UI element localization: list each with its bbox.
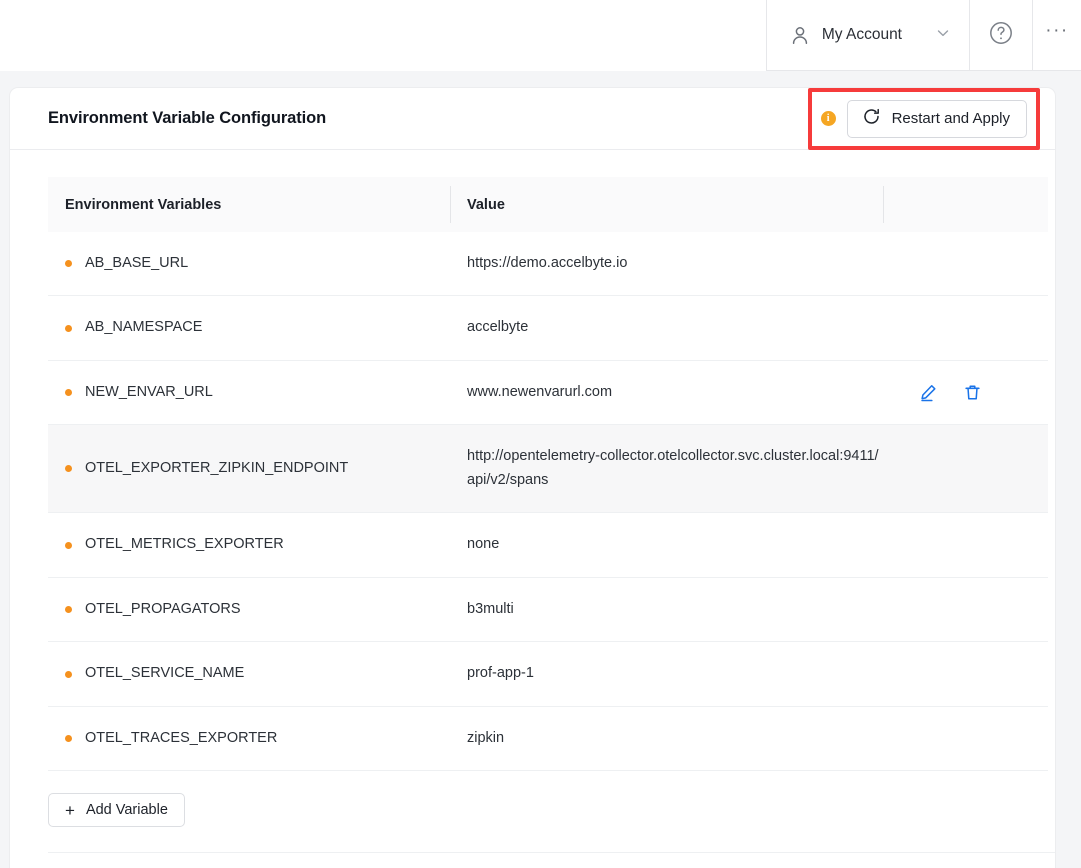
cell-variable-value: accelbyte xyxy=(450,295,883,361)
variable-name-label: AB_BASE_URL xyxy=(85,255,189,271)
table-header-row: Environment Variables Value xyxy=(48,177,1048,232)
card-footer: + Add Variable xyxy=(10,771,1055,854)
cell-variable-value: https://demo.accelbyte.io xyxy=(450,232,883,297)
variable-name-label: OTEL_EXPORTER_ZIPKIN_ENDPOINT xyxy=(85,460,349,477)
variable-value-label: http://opentelemetry-collector.otelcolle… xyxy=(467,448,879,488)
status-bullet-icon xyxy=(65,260,72,268)
variable-name-label: OTEL_TRACES_EXPORTER xyxy=(85,729,278,746)
page-body: Environment Variable Configuration i Res… xyxy=(0,71,1081,868)
column-header-actions xyxy=(883,177,1048,232)
edit-pencil-icon[interactable] xyxy=(919,383,938,402)
cell-variable-value: prof-app-1 xyxy=(450,641,883,707)
table-row[interactable]: OTEL_EXPORTER_ZIPKIN_ENDPOINT http://open… xyxy=(48,424,1048,514)
cell-variable-name: OTEL_TRACES_EXPORTER xyxy=(48,706,450,772)
variable-value-label: none xyxy=(467,536,500,553)
cell-variable-value: www.newenvarurl.com xyxy=(450,360,883,426)
restart-and-apply-label: Restart and Apply xyxy=(891,110,1010,127)
table-body: AB_BASE_URL https://demo.accelbyte.io AB_N… xyxy=(48,232,1048,772)
help-button[interactable] xyxy=(970,0,1033,71)
restart-and-apply-button[interactable]: Restart and Apply xyxy=(846,99,1027,138)
info-badge-icon: i xyxy=(820,111,836,126)
cell-row-actions xyxy=(883,577,1048,643)
cell-variable-name: OTEL_EXPORTER_ZIPKIN_ENDPOINT xyxy=(48,424,450,514)
variable-value-label: zipkin xyxy=(467,729,505,746)
env-var-table: Environment Variables Value AB_BASE_URLh… xyxy=(48,177,1048,772)
cell-variable-value: zipkin xyxy=(450,706,883,772)
variable-name-label: AB_NAMESPACE xyxy=(85,319,203,336)
person-icon xyxy=(789,24,811,46)
table-row[interactable]: OTEL_METRICS_EXPORTER none xyxy=(48,512,1048,578)
page-title: Environment Variable Configuration xyxy=(48,109,327,127)
variable-value-label: accelbyte xyxy=(467,319,529,336)
table-row[interactable]: OTEL_TRACES_EXPORTER zipkin xyxy=(48,706,1048,772)
cell-row-actions xyxy=(883,424,1048,514)
cell-row-actions xyxy=(883,295,1048,361)
cell-row-actions xyxy=(883,232,1048,297)
add-variable-label: Add Variable xyxy=(85,802,168,819)
status-bullet-icon xyxy=(65,324,72,332)
overflow-menu-button[interactable]: ··· xyxy=(1033,0,1081,71)
cell-row-actions xyxy=(883,360,1048,426)
status-bullet-icon xyxy=(65,670,72,678)
cell-variable-name: OTEL_SERVICE_NAME xyxy=(48,641,450,707)
table-row[interactable]: OTEL_SERVICE_NAME prof-app-1 xyxy=(48,641,1048,707)
add-variable-button[interactable]: + Add Variable xyxy=(48,793,185,828)
cell-variable-name: NEW_ENVAR_URL xyxy=(48,360,450,426)
cell-variable-name: OTEL_PROPAGATORS xyxy=(48,577,450,643)
footer-divider xyxy=(48,852,1055,854)
variable-value-label: b3multi xyxy=(467,600,514,617)
card-header-actions: i Restart and Apply xyxy=(807,87,1040,150)
restart-highlight-annotation: i Restart and Apply xyxy=(807,87,1040,150)
cell-variable-name: AB_BASE_URL xyxy=(48,232,450,297)
variable-name-label: NEW_ENVAR_URL xyxy=(85,383,213,400)
cell-variable-value: http://opentelemetry-collector.otelcolle… xyxy=(450,424,883,514)
variable-name-label: OTEL_METRICS_EXPORTER xyxy=(85,536,284,553)
account-label: My Account xyxy=(821,26,902,43)
status-bullet-icon xyxy=(65,465,72,473)
account-menu[interactable]: My Account xyxy=(765,0,970,71)
variable-value-label: www.newenvarurl.com xyxy=(467,383,613,400)
table-row[interactable]: AB_BASE_URL https://demo.accelbyte.io xyxy=(48,232,1048,297)
cell-variable-name: OTEL_METRICS_EXPORTER xyxy=(48,512,450,578)
variable-value-label: https://demo.accelbyte.io xyxy=(467,255,628,271)
column-header-value: Value xyxy=(450,177,883,232)
cell-variable-value: b3multi xyxy=(450,577,883,643)
variable-value-label: prof-app-1 xyxy=(467,665,534,682)
top-bar: My Account ··· xyxy=(0,0,1081,71)
status-bullet-icon xyxy=(65,606,72,614)
status-bullet-icon xyxy=(65,735,72,743)
cell-row-actions xyxy=(883,706,1048,772)
cell-variable-value: none xyxy=(450,512,883,578)
env-var-table-wrapper: Environment Variables Value AB_BASE_URLh… xyxy=(10,150,1055,772)
trash-icon[interactable] xyxy=(963,383,982,402)
env-var-card: Environment Variable Configuration i Res… xyxy=(10,87,1055,868)
cell-row-actions xyxy=(883,512,1048,578)
status-bullet-icon xyxy=(65,389,72,397)
plus-icon: + xyxy=(65,800,75,820)
help-circle-icon xyxy=(988,20,1014,51)
cell-row-actions xyxy=(883,641,1048,707)
variable-name-label: OTEL_SERVICE_NAME xyxy=(85,665,245,682)
table-row[interactable]: NEW_ENVAR_URL www.newenvarurl.com xyxy=(48,360,1048,426)
column-header-name: Environment Variables xyxy=(48,177,450,232)
status-bullet-icon xyxy=(65,541,72,549)
cell-variable-name: AB_NAMESPACE xyxy=(48,295,450,361)
table-row[interactable]: AB_NAMESPACE accelbyte xyxy=(48,295,1048,361)
restart-icon xyxy=(862,107,881,130)
table-head: Environment Variables Value xyxy=(48,177,1048,232)
chevron-down-icon xyxy=(935,25,951,46)
card-header: Environment Variable Configuration i Res… xyxy=(10,87,1055,150)
variable-name-label: OTEL_PROPAGATORS xyxy=(85,600,241,617)
table-row[interactable]: OTEL_PROPAGATORS b3multi xyxy=(48,577,1048,643)
